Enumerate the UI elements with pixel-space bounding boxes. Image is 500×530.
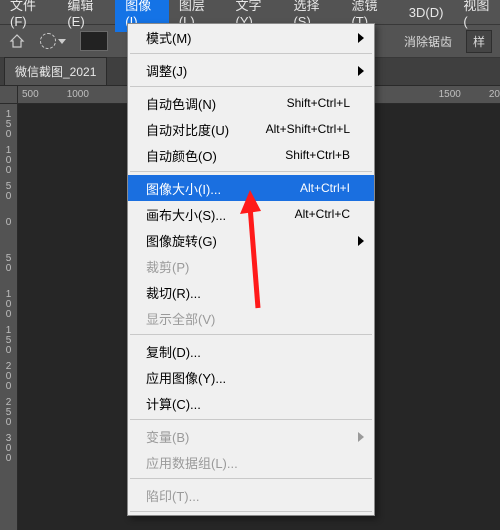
ruler-vertical[interactable]: 150 100 50 0 50 100 150 200 250 300 <box>0 104 18 530</box>
menu-item-apply-image[interactable]: 应用图像(Y)... <box>128 364 374 390</box>
menu-item-image-size[interactable]: 图像大小(I)...Alt+Ctrl+I <box>128 175 374 201</box>
menu-item-mode[interactable]: 模式(M) <box>128 24 374 50</box>
menu-separator <box>130 478 372 479</box>
menu-item-auto-tone[interactable]: 自动色调(N)Shift+Ctrl+L <box>128 90 374 116</box>
ruler-v-tick: 50 <box>0 248 17 284</box>
menu-item-apply-dataset: 应用数据组(L)... <box>128 449 374 475</box>
chevron-down-icon <box>58 39 66 44</box>
ruler-v-tick: 150 <box>0 320 17 356</box>
menu-item-auto-contrast[interactable]: 自动对比度(U)Alt+Shift+Ctrl+L <box>128 116 374 142</box>
marquee-tool-selector[interactable] <box>40 33 66 49</box>
menu-item-crop: 裁剪(P) <box>128 253 374 279</box>
menu-item-variables: 变量(B) <box>128 423 374 449</box>
ruler-h-tick: 1000 <box>67 89 89 100</box>
menu-item-reveal-all: 显示全部(V) <box>128 305 374 331</box>
ruler-v-tick: 0 <box>0 212 17 248</box>
home-icon[interactable] <box>8 32 26 50</box>
document-tab-title: 微信截图_2021 <box>15 63 96 80</box>
ruler-h-tick: 20 <box>489 89 500 100</box>
ruler-v-tick: 100 <box>0 284 17 320</box>
ruler-h-tick: 1500 <box>439 89 461 100</box>
menu-3d[interactable]: 3D(D) <box>399 2 454 23</box>
menu-separator <box>130 334 372 335</box>
menu-separator <box>130 53 372 54</box>
menu-edit[interactable]: 编辑(E) <box>57 0 115 32</box>
menu-item-auto-color[interactable]: 自动颜色(O)Shift+Ctrl+B <box>128 142 374 168</box>
image-menu-dropdown: 模式(M) 调整(J) 自动色调(N)Shift+Ctrl+L 自动对比度(U)… <box>127 23 375 516</box>
menu-view[interactable]: 视图( <box>453 0 500 32</box>
mode-swatch[interactable] <box>80 31 108 51</box>
antialias-label: 消除锯齿 <box>404 33 452 50</box>
menu-item-trim[interactable]: 裁切(R)... <box>128 279 374 305</box>
document-tab[interactable]: 微信截图_2021 <box>4 57 107 85</box>
menu-item-image-rotation[interactable]: 图像旋转(G) <box>128 227 374 253</box>
ellipse-marquee-icon <box>40 33 56 49</box>
menu-item-adjustments[interactable]: 调整(J) <box>128 57 374 83</box>
ruler-v-tick: 150 <box>0 104 17 140</box>
ruler-v-tick: 50 <box>0 176 17 212</box>
menu-item-calculations[interactable]: 计算(C)... <box>128 390 374 416</box>
ruler-v-tick: 300 <box>0 428 17 464</box>
menu-item-duplicate[interactable]: 复制(D)... <box>128 338 374 364</box>
menu-item-canvas-size[interactable]: 画布大小(S)...Alt+Ctrl+C <box>128 201 374 227</box>
menu-separator <box>130 171 372 172</box>
ruler-origin[interactable] <box>0 86 18 104</box>
menu-item-trap: 陷印(T)... <box>128 482 374 508</box>
ruler-h-tick: 500 <box>22 89 39 100</box>
ruler-v-tick: 250 <box>0 392 17 428</box>
menu-separator <box>130 419 372 420</box>
ruler-v-tick: 100 <box>0 140 17 176</box>
menu-separator <box>130 86 372 87</box>
ruler-v-tick: 200 <box>0 356 17 392</box>
menu-separator <box>130 511 372 512</box>
style-button[interactable]: 样 <box>466 30 492 53</box>
menu-file[interactable]: 文件(F) <box>0 0 57 32</box>
